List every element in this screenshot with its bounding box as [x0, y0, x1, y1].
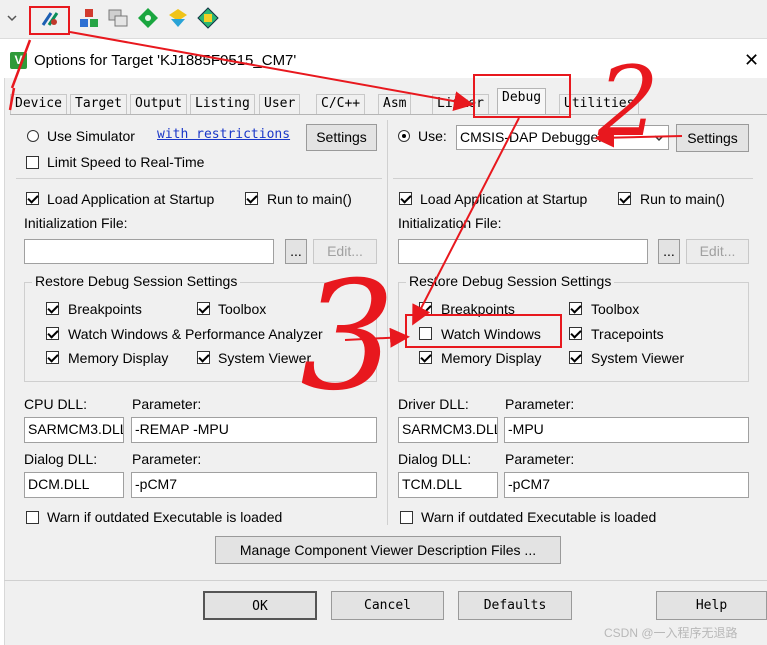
right-system-viewer-label: System Viewer: [591, 350, 685, 366]
tab-asm[interactable]: Asm: [378, 94, 412, 115]
dialog-title: Options for Target 'KJ1885F0515_CM7': [34, 52, 297, 69]
tab-output[interactable]: Output: [130, 94, 187, 115]
cancel-button[interactable]: Cancel: [331, 591, 444, 620]
annotation-three: 3: [300, 250, 396, 424]
right-tracepoints-checkbox[interactable]: [569, 327, 582, 340]
cpu-param-label: Parameter:: [132, 396, 202, 412]
left-init-file-input[interactable]: [24, 239, 274, 264]
use-label: Use:: [418, 128, 447, 144]
right-dialog-param-input[interactable]: -pCM7: [504, 472, 749, 498]
use-debugger-radio[interactable]: [398, 130, 410, 142]
manage-project-icon[interactable]: [77, 6, 101, 30]
limit-speed-label: Limit Speed to Real-Time: [47, 154, 205, 170]
rte-icon[interactable]: [196, 6, 220, 30]
ok-button[interactable]: OK: [203, 591, 317, 620]
right-toolbox-checkbox[interactable]: [569, 302, 582, 315]
chevron-down-icon[interactable]: [4, 6, 20, 30]
left-watch-perf-checkbox[interactable]: [46, 327, 59, 340]
tab-device[interactable]: Device: [10, 94, 67, 115]
left-breakpoints-label: Breakpoints: [68, 301, 142, 317]
right-toolbox-label: Toolbox: [591, 301, 640, 317]
close-icon[interactable]: ✕: [744, 50, 759, 71]
debugger-settings-button[interactable]: Settings: [676, 124, 749, 152]
highlight-toolbar-button: [29, 6, 70, 35]
manage-component-viewer-button[interactable]: Manage Component Viewer Description File…: [215, 536, 561, 564]
left-init-file-label: Initialization File:: [24, 215, 128, 231]
left-dialog-dll-label: Dialog DLL:: [24, 451, 98, 467]
cpu-dll-label: CPU DLL:: [24, 396, 88, 412]
tab-user[interactable]: User: [259, 94, 301, 115]
right-edit-button[interactable]: Edit...: [686, 239, 749, 264]
left-run-to-main-label: Run to main(): [267, 191, 352, 207]
right-init-file-input[interactable]: [398, 239, 648, 264]
debugger-select-value: CMSIS-DAP Debugger: [460, 129, 603, 145]
left-watch-perf-label: Watch Windows & Performance Analyzer: [68, 326, 323, 342]
left-separator: [16, 178, 382, 179]
annotation-two: 2: [598, 46, 660, 158]
right-memory-display-checkbox[interactable]: [419, 351, 432, 364]
right-run-to-main-checkbox[interactable]: [618, 192, 631, 205]
use-simulator-radio[interactable]: [27, 130, 39, 142]
right-restore-group-title: Restore Debug Session Settings: [406, 273, 615, 289]
tab-target[interactable]: Target: [70, 94, 127, 115]
left-load-app-checkbox[interactable]: [26, 192, 39, 205]
left-run-to-main-checkbox[interactable]: [245, 192, 258, 205]
watermark: CSDN @一入程序无退路: [604, 626, 738, 640]
right-dialog-dll-input[interactable]: TCM.DLL: [398, 472, 498, 498]
right-init-file-label: Initialization File:: [398, 215, 502, 231]
tab-cc[interactable]: C/C++: [316, 94, 366, 115]
left-breakpoints-checkbox[interactable]: [46, 302, 59, 315]
toolbar: [0, 0, 767, 39]
right-tracepoints-label: Tracepoints: [591, 326, 664, 342]
left-system-viewer-checkbox[interactable]: [197, 351, 210, 364]
copy-icon[interactable]: [106, 6, 130, 30]
uvision-logo-icon: V: [10, 52, 27, 69]
right-warn-label: Warn if outdated Executable is loaded: [421, 509, 657, 525]
left-warn-label: Warn if outdated Executable is loaded: [47, 509, 283, 525]
right-run-to-main-label: Run to main(): [640, 191, 725, 207]
left-load-app-label: Load Application at Startup: [47, 191, 215, 207]
driver-dll-input[interactable]: SARMCM3.DLL: [398, 417, 498, 443]
right-dialog-dll-label: Dialog DLL:: [398, 451, 472, 467]
right-warn-checkbox[interactable]: [400, 511, 413, 524]
pack-installer-icon[interactable]: [136, 6, 160, 30]
right-browse-button[interactable]: ...: [658, 239, 680, 264]
right-separator: [393, 178, 753, 179]
left-dialog-param-label: Parameter:: [132, 451, 202, 467]
left-dialog-param-input[interactable]: -pCM7: [131, 472, 377, 498]
right-load-app-checkbox[interactable]: [399, 192, 412, 205]
use-simulator-label: Use Simulator: [47, 128, 135, 144]
driver-param-input[interactable]: -MPU: [504, 417, 749, 443]
tab-listing[interactable]: Listing: [190, 94, 255, 115]
right-memory-display-label: Memory Display: [441, 350, 542, 366]
defaults-button[interactable]: Defaults: [458, 591, 572, 620]
left-dialog-dll-input[interactable]: DCM.DLL: [24, 472, 124, 498]
right-dialog-param-label: Parameter:: [505, 451, 575, 467]
left-memory-display-checkbox[interactable]: [46, 351, 59, 364]
left-warn-checkbox[interactable]: [26, 511, 39, 524]
left-toolbox-label: Toolbox: [218, 301, 267, 317]
driver-dll-label: Driver DLL:: [398, 396, 469, 412]
highlight-watch-windows: [405, 314, 562, 348]
left-memory-display-label: Memory Display: [68, 350, 169, 366]
help-button[interactable]: Help: [656, 591, 767, 620]
left-restore-group-title: Restore Debug Session Settings: [32, 273, 241, 289]
right-load-app-label: Load Application at Startup: [420, 191, 588, 207]
left-system-viewer-label: System Viewer: [218, 350, 312, 366]
simulator-settings-button[interactable]: Settings: [306, 124, 377, 151]
with-restrictions-link[interactable]: with restrictions: [157, 127, 290, 142]
footer-separator: [4, 580, 767, 581]
right-system-viewer-checkbox[interactable]: [569, 351, 582, 364]
highlight-debug-tab: [473, 74, 571, 118]
limit-speed-checkbox[interactable]: [26, 156, 39, 169]
select-packs-icon[interactable]: [166, 6, 190, 30]
left-toolbox-checkbox[interactable]: [197, 302, 210, 315]
driver-param-label: Parameter:: [505, 396, 575, 412]
cpu-dll-input[interactable]: SARMCM3.DLL: [24, 417, 124, 443]
